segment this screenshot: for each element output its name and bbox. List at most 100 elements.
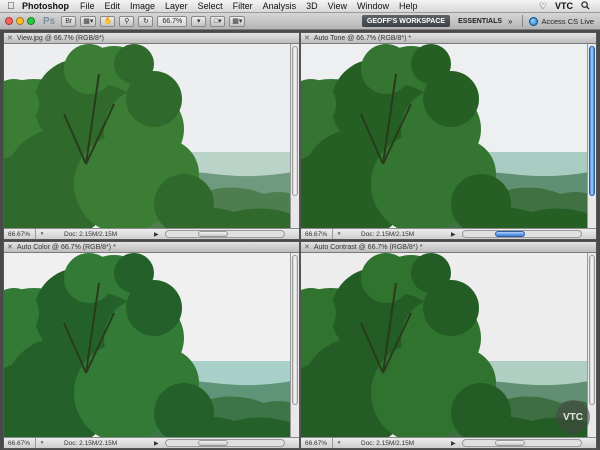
horizontal-scroll-thumb[interactable] <box>197 231 228 237</box>
status-info-icon[interactable]: ⚬ <box>333 230 345 238</box>
wifi-icon[interactable]: ♡ <box>539 1 547 12</box>
more-workspaces-chevron-icon[interactable]: » <box>508 17 512 26</box>
document-size-info[interactable]: Doc: 2.15M/2.15M <box>64 440 154 447</box>
zoom-percentage-field[interactable]: 66.67% <box>4 438 36 448</box>
document-window-auto-contrast[interactable]: ✕ Auto Contrast @ 66.7% (RGB/8*) * 66.67… <box>300 241 597 449</box>
tree-foliage <box>114 253 154 293</box>
divider <box>522 15 524 27</box>
zoom-percentage-field[interactable]: 66.67% <box>4 229 36 239</box>
document-canvas[interactable] <box>4 44 292 230</box>
vertical-scrollbar[interactable] <box>290 253 299 439</box>
document-tab[interactable]: ✕ Auto Tone @ 66.7% (RGB/8*) * <box>301 33 596 44</box>
menu-analysis[interactable]: Analysis <box>263 1 297 11</box>
document-size-info[interactable]: Doc: 2.15M/2.15M <box>64 231 154 238</box>
document-title: View.jpg @ 66.7% (RGB/8*) <box>16 34 105 42</box>
document-canvas[interactable] <box>4 253 292 439</box>
application-bar: Ps Br ▦▾ ✋ ⚲ ↻ 66.7% ▾ □▾ ▦▾ GEOFF'S WOR… <box>0 13 600 30</box>
cs-live-button[interactable]: Access CS Live <box>529 16 594 26</box>
menu-file[interactable]: File <box>80 1 95 11</box>
vertical-scroll-thumb[interactable] <box>292 255 298 405</box>
tree-foliage <box>114 44 154 84</box>
document-canvas[interactable] <box>301 253 589 439</box>
horizontal-scrollbar[interactable] <box>164 439 285 447</box>
vertical-scroll-thumb[interactable] <box>292 46 298 196</box>
tree-foliage <box>411 44 451 84</box>
screen-mode-button[interactable]: □▾ <box>210 15 226 27</box>
document-window-view[interactable]: ✕ View.jpg @ 66.7% (RGB/8*) 66.67% ⚬ Doc… <box>3 32 300 240</box>
document-status-bar: 66.67% ⚬ Doc: 2.15M/2.15M ▶ <box>4 437 299 448</box>
apple-icon[interactable]:  <box>0 1 22 12</box>
zoom-level-field[interactable]: 66.7% <box>157 15 188 27</box>
photo-landscape <box>301 44 589 230</box>
document-tab[interactable]: ✕ Auto Color @ 66.7% (RGB/8*) * <box>4 242 299 253</box>
horizontal-scrollbar[interactable] <box>164 230 285 238</box>
close-icon[interactable]: ✕ <box>7 243 13 251</box>
photo-landscape <box>301 253 589 439</box>
workspace-essentials-button[interactable]: ESSENTIALS <box>458 18 502 25</box>
document-tab[interactable]: ✕ View.jpg @ 66.7% (RGB/8*) <box>4 33 299 44</box>
document-status-bar: 66.67% ⚬ Doc: 2.15M/2.15M ▶ <box>4 228 299 239</box>
close-icon[interactable]: ✕ <box>7 34 13 42</box>
document-size-info[interactable]: Doc: 2.15M/2.15M <box>361 440 451 447</box>
rotate-view-button[interactable]: ↻ <box>138 15 154 27</box>
horizontal-scrollbar[interactable] <box>461 230 582 238</box>
status-menu-arrow-icon[interactable]: ▶ <box>451 440 456 447</box>
status-info-icon[interactable]: ⚬ <box>333 439 345 447</box>
menubar-status: ♡ VTC <box>539 1 600 12</box>
status-menu-arrow-icon[interactable]: ▶ <box>451 231 456 238</box>
menu-window[interactable]: Window <box>357 1 389 11</box>
spotlight-icon[interactable] <box>581 0 590 12</box>
document-title: Auto Contrast @ 66.7% (RGB/8*) * <box>313 243 423 251</box>
vertical-scroll-thumb[interactable] <box>589 255 595 405</box>
close-icon[interactable]: ✕ <box>304 34 310 42</box>
status-menu-arrow-icon[interactable]: ▶ <box>154 440 159 447</box>
user-label[interactable]: VTC <box>555 1 573 11</box>
document-canvas[interactable] <box>301 44 589 230</box>
minimize-window-button[interactable] <box>16 17 24 25</box>
document-window-auto-color[interactable]: ✕ Auto Color @ 66.7% (RGB/8*) * 66.67% ⚬… <box>3 241 300 449</box>
zoom-tool-button[interactable]: ⚲ <box>119 15 135 27</box>
document-size-info[interactable]: Doc: 2.15M/2.15M <box>361 231 451 238</box>
vertical-scroll-thumb[interactable] <box>589 46 595 196</box>
hand-tool-button[interactable]: ✋ <box>100 15 116 27</box>
menu-edit[interactable]: Edit <box>105 1 121 11</box>
menu-view[interactable]: View <box>328 1 347 11</box>
photo-landscape <box>4 253 292 439</box>
extras-button[interactable]: ▦▾ <box>80 15 97 27</box>
menu-app-name[interactable]: Photoshop <box>22 1 69 11</box>
vertical-scrollbar[interactable] <box>290 44 299 230</box>
photoshop-window:  Photoshop File Edit Image Layer Select… <box>0 0 600 450</box>
window-controls <box>5 17 35 25</box>
menu-image[interactable]: Image <box>130 1 155 11</box>
zoom-dropdown-icon[interactable]: ▾ <box>191 15 207 27</box>
document-title: Auto Color @ 66.7% (RGB/8*) * <box>16 243 116 251</box>
vtc-watermark-logo: VTC <box>556 400 590 434</box>
close-window-button[interactable] <box>5 17 13 25</box>
document-tab[interactable]: ✕ Auto Contrast @ 66.7% (RGB/8*) * <box>301 242 596 253</box>
zoom-percentage-field[interactable]: 66.67% <box>301 438 333 448</box>
status-info-icon[interactable]: ⚬ <box>36 230 48 238</box>
launch-bridge-button[interactable]: Br <box>61 15 77 27</box>
vertical-scrollbar[interactable] <box>587 44 596 230</box>
close-icon[interactable]: ✕ <box>304 243 310 251</box>
menu-help[interactable]: Help <box>399 1 418 11</box>
menu-filter[interactable]: Filter <box>233 1 253 11</box>
horizontal-scrollbar[interactable] <box>461 439 582 447</box>
tree-foliage <box>411 253 451 293</box>
ps-logo: Ps <box>43 15 56 27</box>
maximize-window-button[interactable] <box>27 17 35 25</box>
workspace-geoffs-button[interactable]: GEOFF'S WORKSPACE <box>361 15 451 27</box>
menu-select[interactable]: Select <box>198 1 223 11</box>
menu-3d[interactable]: 3D <box>306 1 318 11</box>
horizontal-scroll-thumb[interactable] <box>197 440 228 446</box>
status-info-icon[interactable]: ⚬ <box>36 439 48 447</box>
menu-layer[interactable]: Layer <box>165 1 188 11</box>
zoom-percentage-field[interactable]: 66.67% <box>301 229 333 239</box>
document-window-auto-tone[interactable]: ✕ Auto Tone @ 66.7% (RGB/8*) * 66.67% ⚬ … <box>300 32 597 240</box>
arrange-documents-button[interactable]: ▦▾ <box>229 15 246 27</box>
menu-bar:  Photoshop File Edit Image Layer Select… <box>0 0 600 13</box>
horizontal-scroll-thumb[interactable] <box>494 440 525 446</box>
status-menu-arrow-icon[interactable]: ▶ <box>154 231 159 238</box>
horizontal-scroll-thumb[interactable] <box>494 231 525 237</box>
cs-live-label: Access CS Live <box>541 16 594 26</box>
